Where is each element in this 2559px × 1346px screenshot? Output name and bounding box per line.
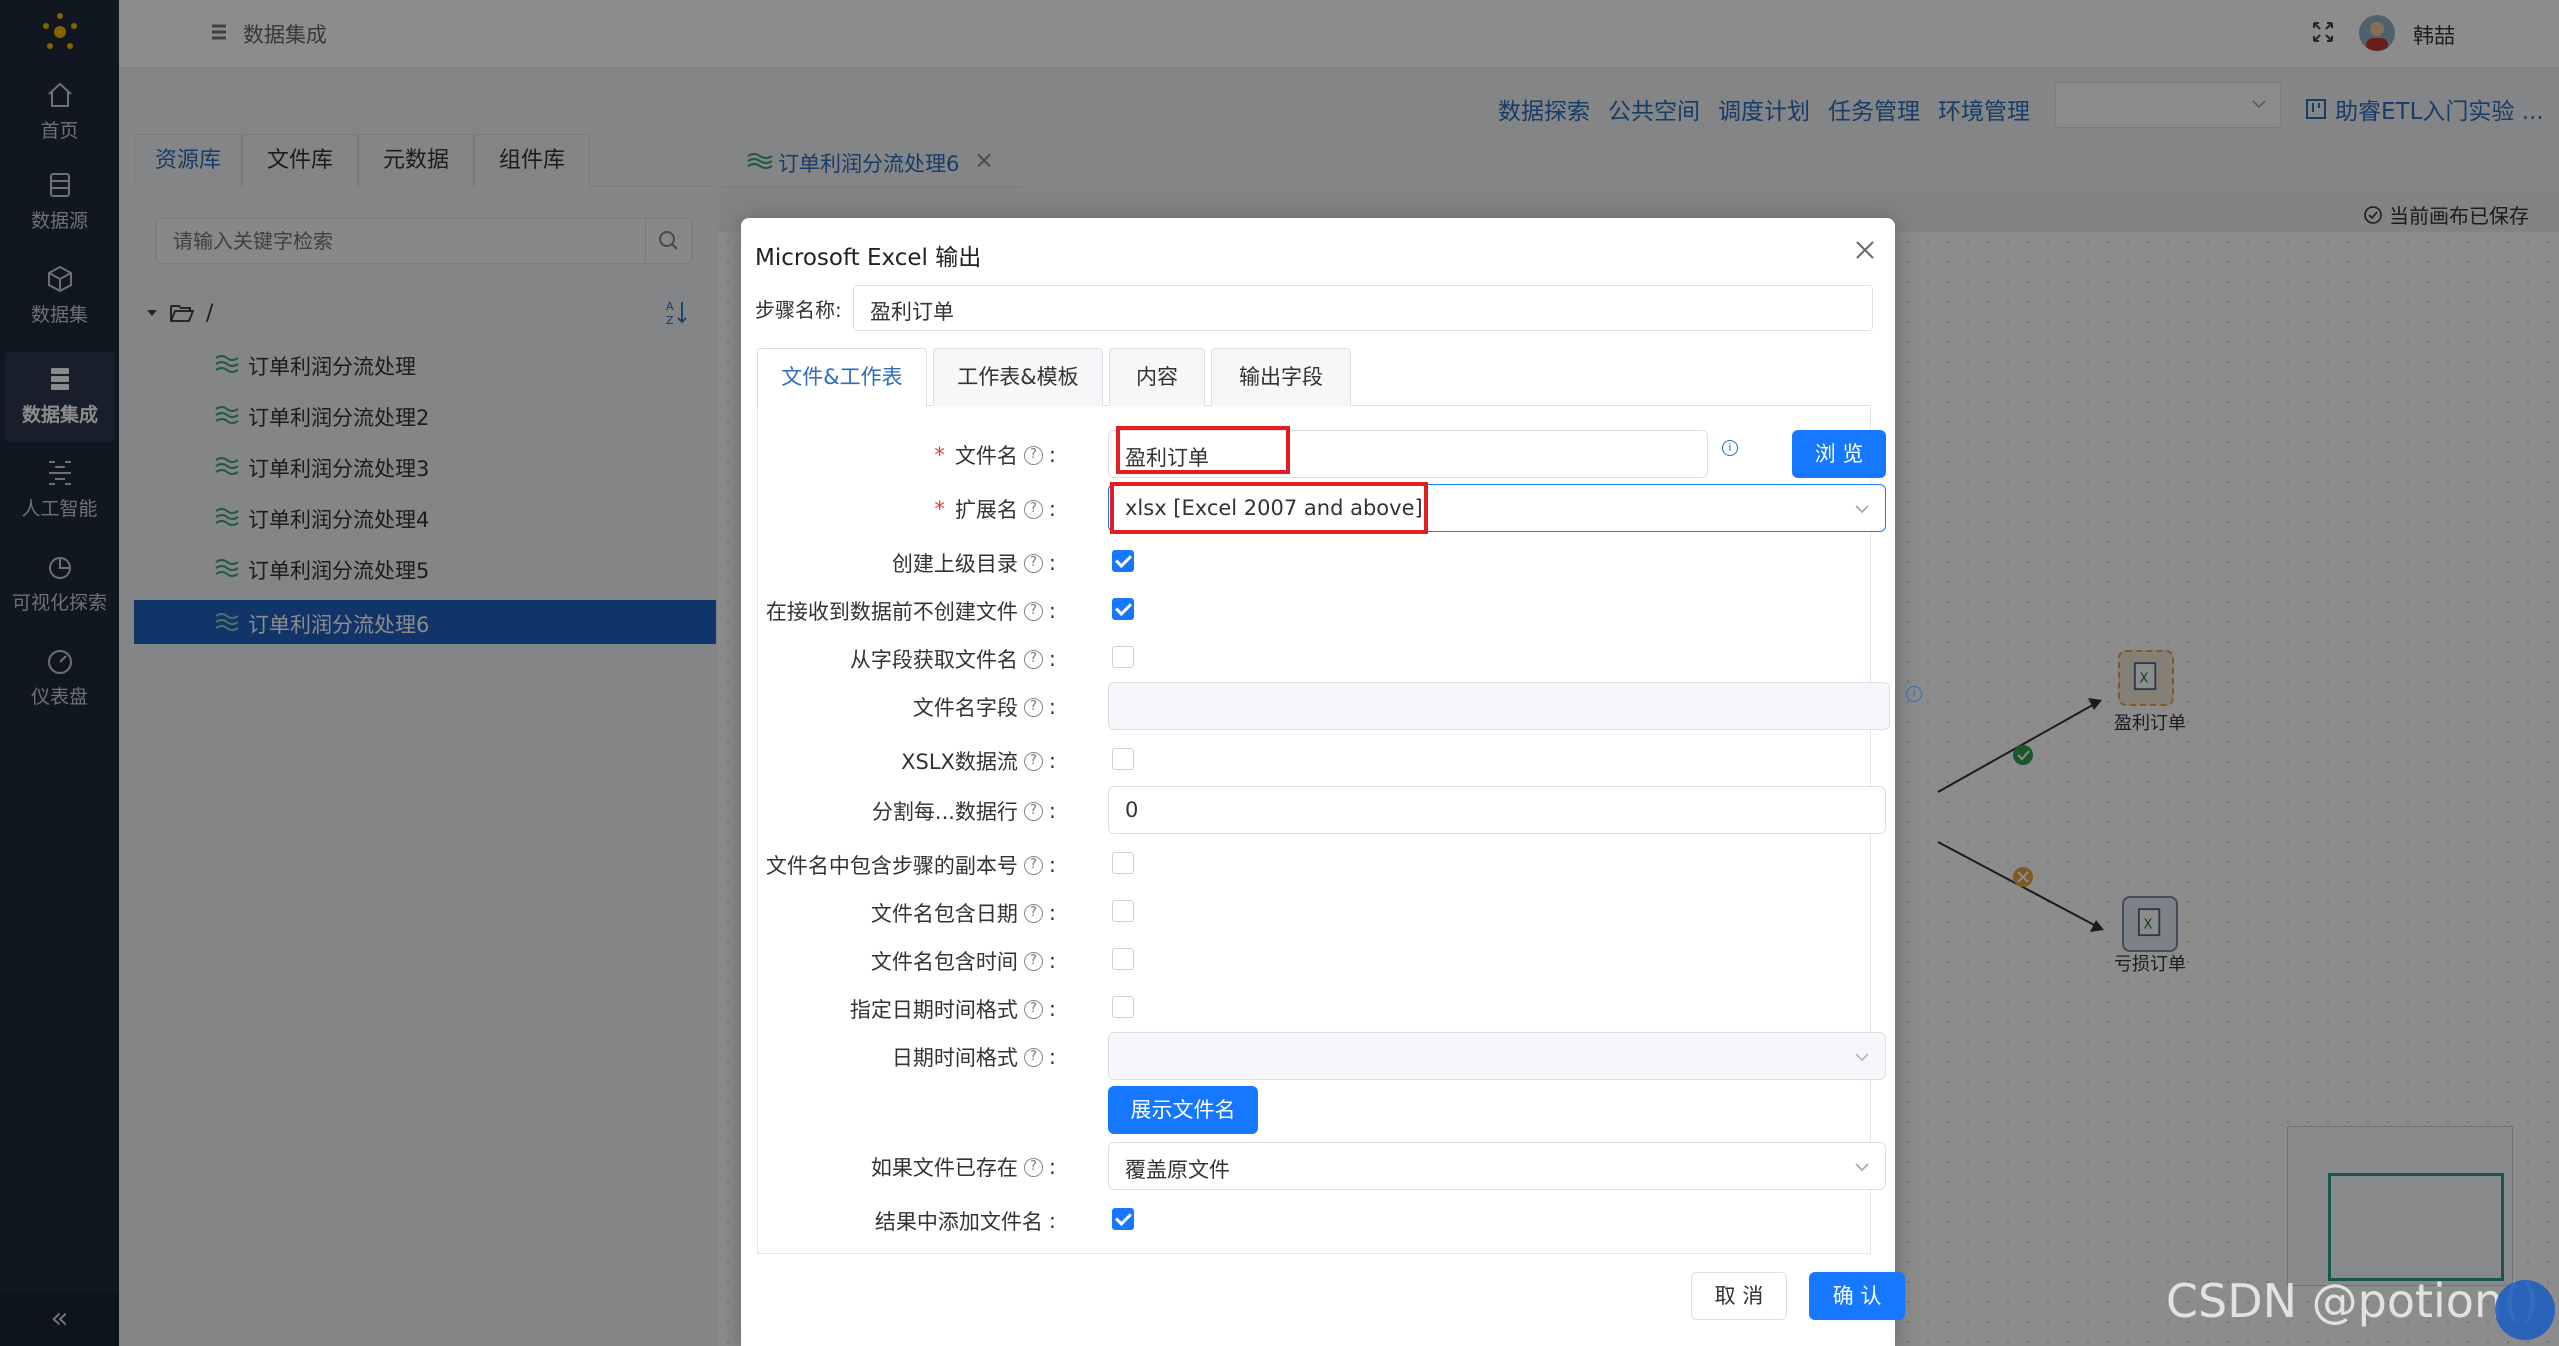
help-icon[interactable]: ? bbox=[1023, 903, 1043, 923]
help-icon[interactable]: ? bbox=[1023, 553, 1043, 573]
field-label: 分割每...数据行 bbox=[871, 800, 1018, 824]
specify-datetime-format-checkbox[interactable] bbox=[1112, 996, 1134, 1018]
step-name-input[interactable]: 盈利订单 bbox=[853, 285, 1873, 331]
field-label: XSLX数据流 bbox=[901, 750, 1018, 774]
row-datetime-format: 日期时间格式?: bbox=[758, 1032, 1886, 1080]
tab-output-fields[interactable]: 输出字段 bbox=[1211, 348, 1351, 406]
field-label: 文件名包含时间 bbox=[870, 950, 1018, 974]
dialog-form: * 文件名?: 盈利订单 i 浏 览 * 扩展名?: xlsx [Excel 200… bbox=[757, 406, 1922, 1254]
chevron-down-icon bbox=[1855, 1053, 1869, 1062]
field-label: 文件名字段 bbox=[912, 696, 1018, 720]
field-label: 如果文件已存在 bbox=[870, 1156, 1018, 1180]
row-filename-from-field: 从字段获取文件名?: bbox=[758, 634, 1870, 682]
step-name-label: 步骤名称: bbox=[755, 297, 842, 322]
filename-value: 盈利订单 bbox=[1125, 446, 1209, 470]
close-icon[interactable] bbox=[1853, 238, 1877, 262]
field-label: 在接收到数据前不创建文件 bbox=[765, 600, 1018, 624]
filename-input[interactable]: 盈利订单 bbox=[1108, 430, 1708, 478]
tab-content[interactable]: 内容 bbox=[1109, 348, 1205, 406]
field-label: 日期时间格式 bbox=[891, 1046, 1018, 1070]
split-rows-input[interactable]: 0 bbox=[1108, 786, 1886, 834]
row-no-create-until-data: 在接收到数据前不创建文件?: bbox=[758, 586, 1870, 634]
excel-output-dialog: Microsoft Excel 输出 步骤名称: 盈利订单 文件&工作表 工作表… bbox=[741, 218, 1922, 1346]
show-filename-button[interactable]: 展示文件名 bbox=[1108, 1086, 1258, 1134]
field-label: 文件名包含日期 bbox=[870, 902, 1018, 926]
if-file-exists-value: 覆盖原文件 bbox=[1125, 1158, 1230, 1182]
dialog-tabs: 文件&工作表 工作表&模板 内容 输出字段 bbox=[757, 348, 1871, 407]
row-include-step-copy: 文件名中包含步骤的副本号?: bbox=[758, 840, 1870, 888]
help-icon[interactable]: ? bbox=[1023, 999, 1043, 1019]
field-label: 创建上级目录 bbox=[891, 552, 1018, 576]
filename-from-field-checkbox[interactable] bbox=[1112, 646, 1134, 668]
step-name-row: 步骤名称: 盈利订单 bbox=[755, 284, 1873, 332]
row-include-date: 文件名包含日期?: bbox=[758, 888, 1870, 936]
watermark: CSDN @potion() bbox=[2165, 1274, 2539, 1328]
filename-field-input[interactable] bbox=[1108, 682, 1890, 730]
create-parent-dir-checkbox[interactable] bbox=[1112, 550, 1134, 572]
extension-select[interactable]: xlsx [Excel 2007 and above] bbox=[1108, 484, 1886, 532]
required-mark: * bbox=[934, 443, 945, 467]
dialog-title: Microsoft Excel 输出 bbox=[755, 245, 982, 271]
help-icon[interactable]: ? bbox=[1023, 855, 1043, 875]
extension-value: xlsx [Excel 2007 and above] bbox=[1125, 496, 1423, 520]
row-create-parent-dir: 创建上级目录?: bbox=[758, 538, 1870, 586]
row-split-rows: 分割每...数据行?: 0 bbox=[758, 786, 1886, 834]
row-if-file-exists: 如果文件已存在?: 覆盖原文件 bbox=[758, 1142, 1886, 1190]
chevron-down-icon bbox=[1855, 1163, 1869, 1172]
help-icon[interactable]: ? bbox=[1023, 1047, 1043, 1067]
help-bubble[interactable] bbox=[2495, 1280, 2555, 1340]
browse-button[interactable]: 浏 览 bbox=[1792, 430, 1886, 478]
split-rows-value: 0 bbox=[1125, 798, 1139, 822]
required-mark: * bbox=[934, 497, 945, 521]
chevron-down-icon bbox=[1855, 505, 1869, 514]
help-icon[interactable]: ? bbox=[1023, 445, 1043, 465]
help-icon[interactable]: ? bbox=[1023, 601, 1043, 621]
if-file-exists-select[interactable]: 覆盖原文件 bbox=[1108, 1142, 1886, 1190]
field-label: 文件名 bbox=[954, 444, 1018, 468]
datetime-format-select[interactable] bbox=[1108, 1032, 1886, 1080]
help-icon[interactable]: ? bbox=[1023, 1157, 1043, 1177]
include-time-checkbox[interactable] bbox=[1112, 948, 1134, 970]
help-icon[interactable]: ? bbox=[1023, 649, 1043, 669]
tab-file-sheet[interactable]: 文件&工作表 bbox=[757, 348, 927, 407]
field-label: 结果中添加文件名 bbox=[874, 1210, 1043, 1234]
tab-sheet-template[interactable]: 工作表&模板 bbox=[933, 348, 1103, 406]
include-step-copy-checkbox[interactable] bbox=[1112, 852, 1134, 874]
row-xlsx-stream: XSLX数据流?: bbox=[758, 736, 1870, 784]
field-label: 文件名中包含步骤的副本号 bbox=[765, 854, 1018, 878]
field-label: 指定日期时间格式 bbox=[849, 998, 1018, 1022]
field-label: 扩展名 bbox=[954, 498, 1018, 522]
cancel-button[interactable]: 取 消 bbox=[1691, 1272, 1787, 1320]
row-add-filename-to-result: 结果中添加文件名: bbox=[758, 1196, 1870, 1244]
no-create-until-data-checkbox[interactable] bbox=[1112, 598, 1134, 620]
add-filename-to-result-checkbox[interactable] bbox=[1112, 1208, 1134, 1230]
confirm-button[interactable]: 确 认 bbox=[1809, 1272, 1905, 1320]
help-icon[interactable]: ? bbox=[1023, 951, 1043, 971]
row-extension: * 扩展名?: xlsx [Excel 2007 and above] bbox=[758, 484, 1886, 532]
field-label: 从字段获取文件名 bbox=[849, 648, 1018, 672]
info-icon[interactable]: i bbox=[1906, 686, 1922, 702]
row-filename-field: 文件名字段?: i bbox=[758, 682, 1922, 730]
help-icon[interactable]: ? bbox=[1023, 751, 1043, 771]
xlsx-stream-checkbox[interactable] bbox=[1112, 748, 1134, 770]
row-include-time: 文件名包含时间?: bbox=[758, 936, 1870, 984]
help-icon[interactable]: ? bbox=[1023, 499, 1043, 519]
help-icon[interactable]: ? bbox=[1023, 697, 1043, 717]
row-specify-datetime-format: 指定日期时间格式?: bbox=[758, 984, 1870, 1032]
include-date-checkbox[interactable] bbox=[1112, 900, 1134, 922]
info-icon[interactable]: i bbox=[1722, 440, 1738, 456]
help-icon[interactable]: ? bbox=[1023, 801, 1043, 821]
row-filename: * 文件名?: 盈利订单 i 浏 览 bbox=[758, 430, 1886, 478]
